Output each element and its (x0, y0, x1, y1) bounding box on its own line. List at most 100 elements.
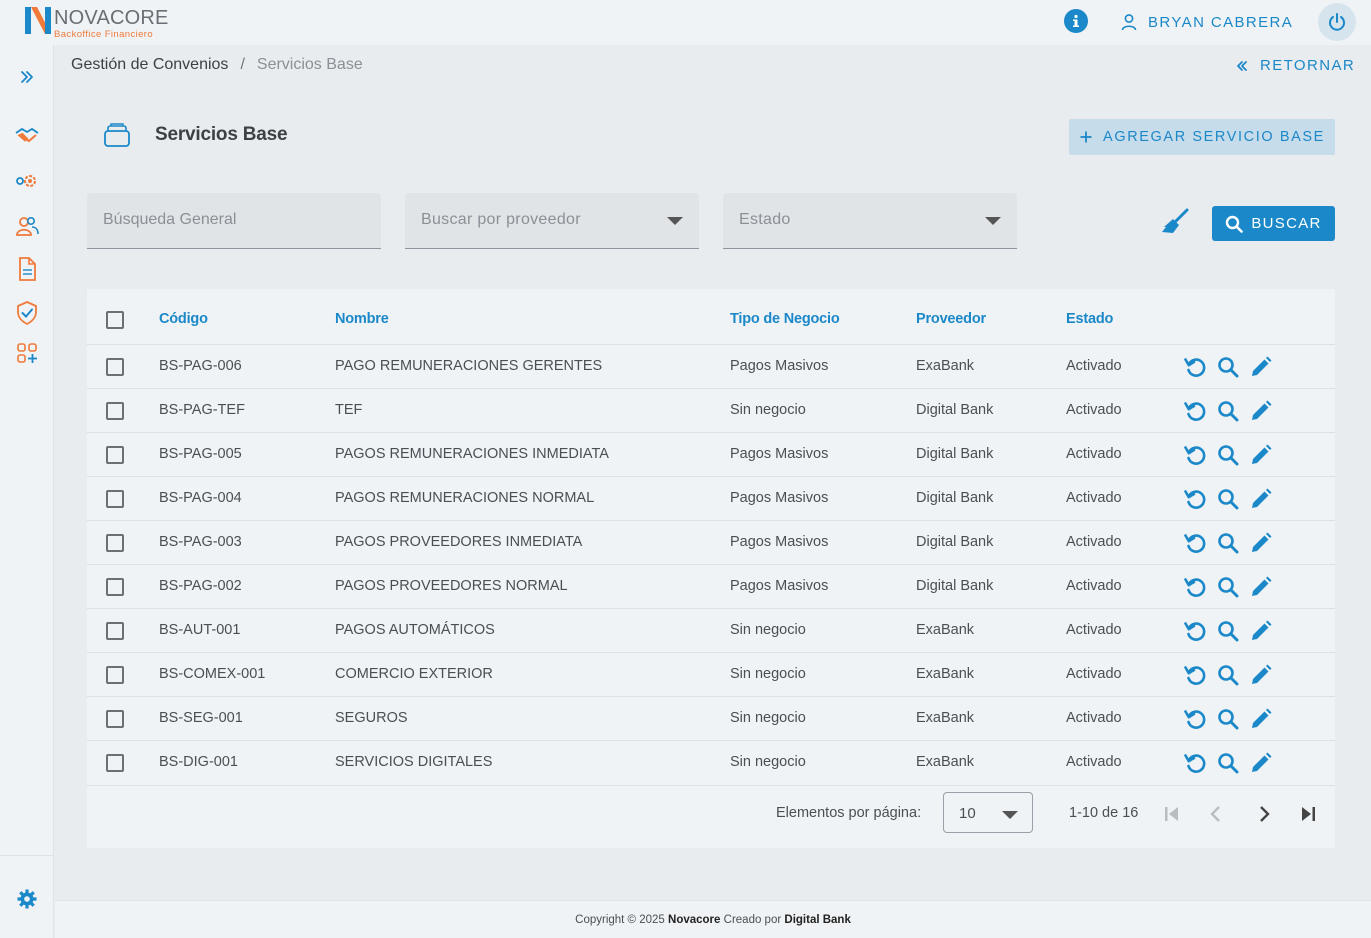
table-row[interactable]: BS-COMEX-001 COMERCIO EXTERIOR Sin negocio… (87, 653, 1335, 697)
cell-status: Activado (1066, 446, 1122, 462)
view-search-icon[interactable] (1216, 531, 1240, 555)
handshake-icon[interactable] (13, 122, 41, 150)
col-code-header[interactable]: Código (159, 311, 208, 327)
restore-icon[interactable] (1183, 443, 1207, 467)
breadcrumb: Gestión de Convenios / Servicios Base (71, 56, 363, 74)
next-page-icon[interactable] (1252, 802, 1276, 826)
table-row[interactable]: BS-AUT-001 PAGOS AUTOMÁTICOS Sin negocio Ex… (87, 609, 1335, 653)
users-icon[interactable] (13, 212, 41, 240)
view-search-icon[interactable] (1216, 619, 1240, 643)
footer-middle: Creado por (723, 914, 782, 926)
row-actions (1183, 443, 1273, 467)
user-menu[interactable]: BRYAN CABRERA (1120, 12, 1293, 32)
row-checkbox[interactable] (106, 622, 124, 640)
search-button[interactable]: BUSCAR (1212, 206, 1335, 241)
row-checkbox[interactable] (106, 754, 124, 772)
breadcrumb-parent[interactable]: Gestión de Convenios (71, 56, 228, 74)
table-row[interactable]: BS-DIG-001 SERVICIOS DIGITALES Sin negocio… (87, 741, 1335, 786)
col-type-header[interactable]: Tipo de Negocio (730, 311, 840, 327)
expand-icon[interactable] (13, 63, 41, 91)
restore-icon[interactable] (1183, 531, 1207, 555)
general-search-field[interactable] (87, 193, 381, 249)
edit-pencil-icon[interactable] (1249, 531, 1273, 555)
cell-name: PAGO REMUNERACIONES GERENTES (335, 358, 603, 374)
table-row[interactable]: BS-PAG-TEF TEF Sin negocio Digital Bank Acti… (87, 389, 1335, 433)
cell-provider: ExaBank (916, 358, 975, 374)
row-checkbox[interactable] (106, 446, 124, 464)
table-row[interactable]: BS-SEG-001 SEGUROS Sin negocio ExaBank Activ… (87, 697, 1335, 741)
logo[interactable]: NOVACORE Backoffice Financiero (24, 5, 184, 40)
first-page-icon[interactable] (1160, 802, 1184, 826)
document-icon[interactable] (13, 255, 41, 283)
view-search-icon[interactable] (1216, 443, 1240, 467)
page-size-select[interactable]: 10 (943, 792, 1033, 833)
cell-type: Sin negocio (730, 710, 806, 726)
edit-pencil-icon[interactable] (1249, 443, 1273, 467)
view-search-icon[interactable] (1216, 399, 1240, 423)
restore-icon[interactable] (1183, 399, 1207, 423)
shield-check-icon[interactable] (13, 299, 41, 327)
edit-pencil-icon[interactable] (1249, 487, 1273, 511)
info-icon[interactable] (1064, 9, 1088, 33)
table-row[interactable]: BS-PAG-004 PAGOS REMUNERACIONES NORMAL Pag… (87, 477, 1335, 521)
restore-icon[interactable] (1183, 355, 1207, 379)
col-name-header[interactable]: Nombre (335, 311, 389, 327)
paginator: Elementos por página: 10 1-10 de 16 (87, 785, 1335, 848)
row-checkbox[interactable] (106, 578, 124, 596)
restore-icon[interactable] (1183, 707, 1207, 731)
table-row[interactable]: BS-PAG-006 PAGO REMUNERACIONES GERENTES Pa… (87, 345, 1335, 389)
view-search-icon[interactable] (1216, 487, 1240, 511)
edit-pencil-icon[interactable] (1249, 751, 1273, 775)
view-search-icon[interactable] (1216, 751, 1240, 775)
row-checkbox[interactable] (106, 490, 124, 508)
edit-pencil-icon[interactable] (1249, 619, 1273, 643)
settings-icon[interactable] (13, 885, 41, 913)
edit-pencil-icon[interactable] (1249, 355, 1273, 379)
table-row[interactable]: BS-PAG-002 PAGOS PROVEEDORES NORMAL Pagos … (87, 565, 1335, 609)
restore-icon[interactable] (1183, 751, 1207, 775)
col-status-header[interactable]: Estado (1066, 311, 1113, 327)
restore-icon[interactable] (1183, 619, 1207, 643)
cell-provider: Digital Bank (916, 446, 994, 462)
row-checkbox[interactable] (106, 666, 124, 684)
row-checkbox[interactable] (106, 358, 124, 376)
view-search-icon[interactable] (1216, 707, 1240, 731)
status-select[interactable]: Estado (723, 193, 1017, 249)
clear-filters-broom-icon[interactable] (1160, 208, 1190, 241)
table-row[interactable]: BS-PAG-005 PAGOS REMUNERACIONES INMEDIATA… (87, 433, 1335, 477)
row-checkbox[interactable] (106, 402, 124, 420)
restore-icon[interactable] (1183, 575, 1207, 599)
apps-add-icon[interactable] (13, 339, 41, 367)
add-base-service-button[interactable]: AGREGAR SERVICIO BASE (1069, 119, 1335, 155)
edit-pencil-icon[interactable] (1249, 707, 1273, 731)
view-search-icon[interactable] (1216, 575, 1240, 599)
previous-page-icon[interactable] (1204, 802, 1228, 826)
cell-code: BS-SEG-001 (159, 710, 243, 726)
view-search-icon[interactable] (1216, 663, 1240, 687)
page-range: 1-10 de 16 (1069, 805, 1139, 821)
select-all-checkbox[interactable] (106, 311, 124, 329)
restore-icon[interactable] (1183, 487, 1207, 511)
view-search-icon[interactable] (1216, 355, 1240, 379)
general-search-input[interactable] (103, 211, 365, 229)
row-checkbox[interactable] (106, 534, 124, 552)
return-button[interactable]: RETORNAR (1236, 57, 1355, 74)
gears-icon[interactable] (13, 167, 41, 195)
cell-name: TEF (335, 402, 363, 418)
edit-pencil-icon[interactable] (1249, 663, 1273, 687)
double-chevron-left-icon (1237, 60, 1247, 71)
last-page-icon[interactable] (1296, 802, 1320, 826)
edit-pencil-icon[interactable] (1249, 399, 1273, 423)
breadcrumb-separator: / (240, 56, 245, 73)
caret-down-icon (985, 217, 1001, 225)
power-icon[interactable] (1318, 3, 1356, 41)
cell-type: Pagos Masivos (730, 446, 829, 462)
table-row[interactable]: BS-PAG-003 PAGOS PROVEEDORES INMEDIATA Pag… (87, 521, 1335, 565)
edit-pencil-icon[interactable] (1249, 575, 1273, 599)
cell-status: Activado (1066, 358, 1122, 374)
col-provider-header[interactable]: Proveedor (916, 311, 986, 327)
restore-icon[interactable] (1183, 663, 1207, 687)
cell-status: Activado (1066, 666, 1122, 682)
provider-select[interactable]: Buscar por proveedor (405, 193, 699, 249)
row-checkbox[interactable] (106, 710, 124, 728)
